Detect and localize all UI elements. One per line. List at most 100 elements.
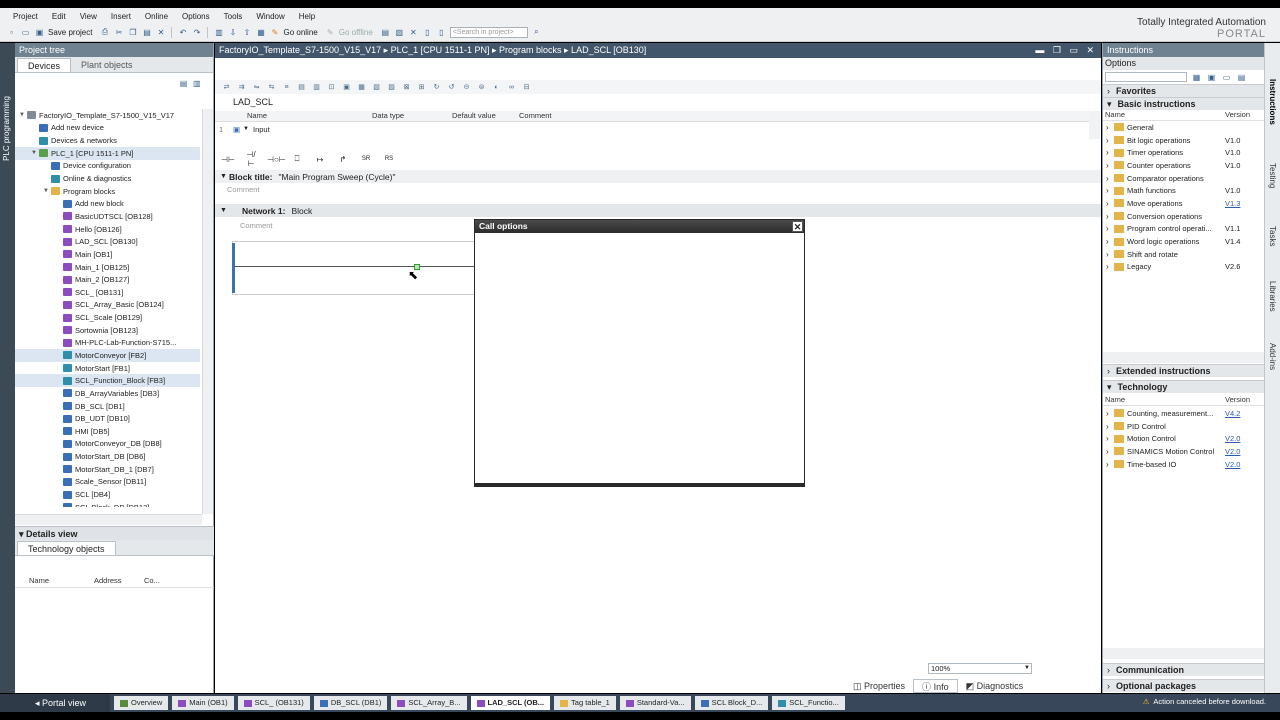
add-favorite-icon[interactable]: ▣ bbox=[1206, 72, 1217, 83]
insert-row-icon[interactable]: ⇋ bbox=[251, 82, 262, 92]
instruction-folder[interactable]: › SINAMICS Motion Control V2.0 bbox=[1103, 445, 1265, 458]
undo-icon[interactable]: ↶ bbox=[177, 27, 188, 38]
update-icon[interactable]: ◐ bbox=[491, 82, 502, 92]
instruction-folder[interactable]: › Legacy V2.6 bbox=[1103, 261, 1264, 274]
chevron-right-icon[interactable]: › bbox=[1103, 224, 1111, 233]
tab-devices[interactable]: Devices bbox=[17, 58, 72, 72]
copy-icon[interactable]: ❐ bbox=[127, 27, 138, 38]
instruction-folder[interactable]: › Comparator operations bbox=[1103, 172, 1264, 185]
tree-item[interactable]: DB_SCL [DB1] bbox=[15, 400, 200, 413]
search-icon[interactable]: ⌕ bbox=[531, 27, 542, 38]
print-icon[interactable]: ⎙ bbox=[99, 27, 110, 38]
window-controls[interactable]: ▬ ❐ ▭ ✕ bbox=[1035, 43, 1097, 58]
tree-item[interactable]: MotorConveyor [FB2] bbox=[15, 349, 200, 362]
instruction-folder[interactable]: › Time-based IO V2.0 bbox=[1103, 458, 1265, 471]
editor-tab[interactable]: SCL_Functio... bbox=[772, 696, 845, 710]
upload-icon[interactable]: ⇧ bbox=[241, 27, 252, 38]
iface-col-datatype[interactable]: Data type bbox=[372, 111, 452, 121]
menu-online[interactable]: Online bbox=[138, 11, 175, 22]
editor-tab[interactable]: Overview bbox=[114, 696, 169, 710]
status-message[interactable]: Action canceled before download. bbox=[1153, 697, 1266, 706]
editor-tab[interactable]: SCL_Array_B... bbox=[391, 696, 467, 710]
no-contact-icon[interactable]: ⊣⊢ bbox=[221, 155, 235, 164]
instruction-folder[interactable]: › Word logic operations V1.4 bbox=[1103, 235, 1264, 248]
add-row-icon[interactable]: ⇆ bbox=[266, 82, 277, 92]
tab-info[interactable]: ⓘ Info bbox=[913, 679, 958, 693]
save-project-button[interactable]: Save project bbox=[48, 28, 92, 37]
details-col-name[interactable]: Name bbox=[15, 576, 90, 587]
instruction-folder[interactable]: › Timer operations V1.0 bbox=[1103, 146, 1264, 159]
tree-item[interactable]: DB_ArrayVariables [DB3] bbox=[15, 387, 200, 400]
options-header[interactable]: Options bbox=[1103, 57, 1264, 70]
rs-flipflop-icon[interactable]: RS bbox=[382, 156, 396, 162]
tree-item[interactable]: BasicUDTSCL [OB128] bbox=[15, 210, 200, 223]
chevron-right-icon[interactable]: › bbox=[1103, 123, 1111, 132]
chevron-right-icon[interactable]: › bbox=[1103, 148, 1111, 157]
tree-item[interactable]: Add new block bbox=[15, 197, 200, 210]
split-view-icon[interactable]: ▭ bbox=[1221, 72, 1232, 83]
copy-snapshot-icon[interactable]: ↻ bbox=[431, 82, 442, 92]
tree-item[interactable]: SCL_Function_Block [FB3] bbox=[15, 374, 200, 388]
block-title-row[interactable]: ▼ Block title: "Main Program Sweep (Cycl… bbox=[215, 170, 1101, 183]
new-project-icon[interactable]: ▫ bbox=[6, 27, 17, 38]
instruction-folder[interactable]: › Motion Control V2.0 bbox=[1103, 432, 1265, 445]
tab-plant-objects[interactable]: Plant objects bbox=[71, 58, 143, 72]
tree-item[interactable]: Main [OB1] bbox=[15, 248, 200, 261]
iface-col-comment[interactable]: Comment bbox=[519, 111, 552, 121]
portal-view-button[interactable]: ◂ Portal view bbox=[0, 694, 110, 712]
tree-item[interactable]: SCL Block_DB [DB12] bbox=[15, 501, 200, 507]
collapse-icon[interactable]: ▤ bbox=[296, 82, 307, 92]
interface-scrollbar[interactable] bbox=[1089, 111, 1100, 139]
delete-network-icon[interactable]: ⇉ bbox=[236, 82, 247, 92]
go-to-icon[interactable]: ▧ bbox=[371, 82, 382, 92]
chevron-right-icon[interactable]: › bbox=[1103, 447, 1111, 456]
stop-cpu-icon[interactable]: ✕ bbox=[408, 27, 419, 38]
tree-options-icon[interactable]: ▥ bbox=[191, 78, 202, 89]
network-comment[interactable]: Comment bbox=[240, 221, 273, 230]
open-block-icon[interactable]: ▨ bbox=[386, 82, 397, 92]
side-tab-addins[interactable]: Add-ins bbox=[1268, 343, 1277, 370]
chevron-down-icon[interactable]: ▼ bbox=[215, 207, 242, 214]
menu-edit[interactable]: Edit bbox=[45, 11, 73, 22]
extended-instructions-section[interactable]: › Extended instructions bbox=[1103, 364, 1265, 377]
instruction-version[interactable]: V1.3 bbox=[1223, 199, 1253, 208]
instruction-folder[interactable]: › Bit logic operations V1.0 bbox=[1103, 134, 1264, 147]
tree-item[interactable]: Online & diagnostics bbox=[15, 172, 200, 185]
chevron-down-icon[interactable]: ▼ bbox=[43, 188, 51, 194]
tree-item[interactable]: MotorStart [FB1] bbox=[15, 362, 200, 375]
editor-tab[interactable]: SCL Block_D... bbox=[694, 696, 769, 710]
previous-error-icon[interactable]: ⊝ bbox=[461, 82, 472, 92]
instruction-folder[interactable]: › PID Control bbox=[1103, 420, 1265, 433]
monitoring-off-icon[interactable]: ⊟ bbox=[521, 82, 532, 92]
tree-item[interactable]: Hello [OB126] bbox=[15, 223, 200, 236]
instruction-folder[interactable]: › Move operations V1.3 bbox=[1103, 197, 1264, 210]
tree-item[interactable]: MotorStart_DB [DB6] bbox=[15, 450, 200, 463]
side-tab-libraries[interactable]: Libraries bbox=[1268, 281, 1277, 312]
side-tab-testing[interactable]: Testing bbox=[1268, 163, 1277, 188]
tree-item[interactable]: MotorConveyor_DB [DB8] bbox=[15, 438, 200, 451]
editor-tab[interactable]: DB_SCL (DB1) bbox=[313, 696, 388, 710]
sr-flipflop-icon[interactable]: SR bbox=[359, 156, 373, 162]
basic-list-scrollbar[interactable] bbox=[1103, 352, 1265, 363]
tech-col-name[interactable]: Name bbox=[1103, 395, 1225, 405]
list-view-icon[interactable]: ▤ bbox=[1236, 72, 1247, 83]
chevron-right-icon[interactable]: › bbox=[1103, 434, 1111, 443]
search-input[interactable]: <Search in project> bbox=[449, 26, 528, 38]
tree-horizontal-scrollbar[interactable] bbox=[15, 514, 202, 525]
instruction-version[interactable]: V2.0 bbox=[1223, 434, 1253, 443]
favorites-section[interactable]: › Favorites bbox=[1103, 84, 1264, 97]
tab-diagnostics[interactable]: ◩ Diagnostics bbox=[958, 679, 1032, 693]
redo-icon[interactable]: ↷ bbox=[191, 27, 202, 38]
chevron-right-icon[interactable]: › bbox=[1103, 262, 1111, 271]
monitor-icon[interactable]: ⊠ bbox=[401, 82, 412, 92]
tree-item[interactable]: Sortownia [OB123] bbox=[15, 324, 200, 337]
tech-list-scrollbar[interactable] bbox=[1103, 648, 1265, 659]
optional-packages-section[interactable]: › Optional packages bbox=[1103, 679, 1265, 692]
instruction-folder[interactable]: › General bbox=[1103, 121, 1264, 134]
chevron-right-icon[interactable]: › bbox=[1103, 161, 1111, 170]
nc-contact-icon[interactable]: ⊣/⊢ bbox=[244, 150, 258, 168]
details-col-address[interactable]: Address bbox=[90, 576, 140, 587]
tree-item[interactable]: MH-PLC-Lab-Function-S715... bbox=[15, 337, 200, 350]
next-error-icon[interactable]: ⊜ bbox=[476, 82, 487, 92]
tab-technology-objects[interactable]: Technology objects bbox=[17, 541, 116, 555]
